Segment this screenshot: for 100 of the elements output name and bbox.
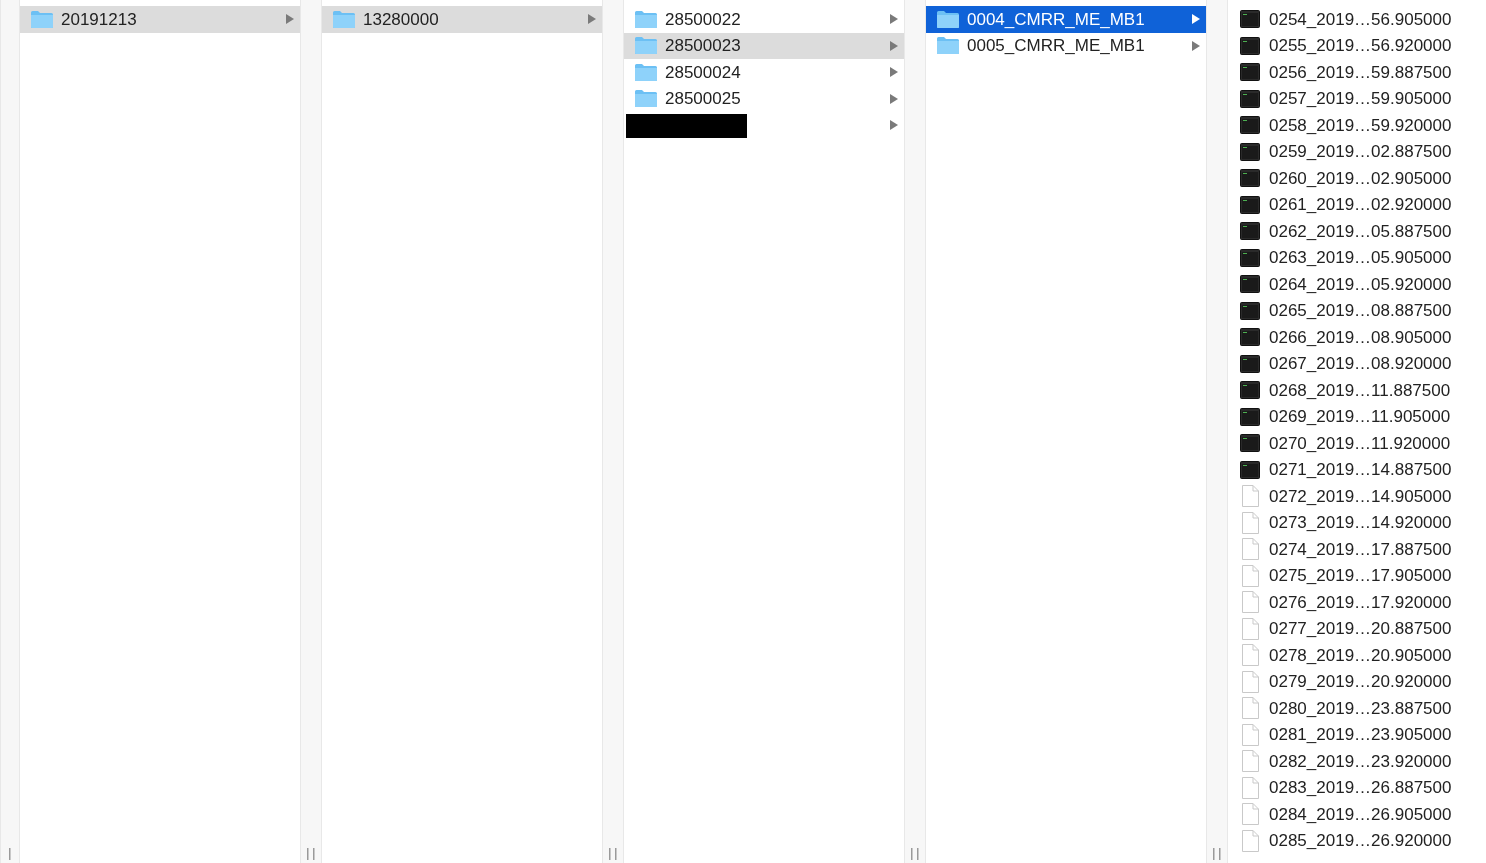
terminal-icon bbox=[1240, 407, 1260, 426]
file-name: 0280_2019…23.887500 bbox=[1269, 697, 1452, 720]
terminal-icon bbox=[1240, 63, 1260, 82]
file-list-item[interactable]: 0273_2019…14.920000 bbox=[1228, 509, 1486, 536]
resize-grip-icon[interactable] bbox=[609, 848, 617, 860]
file-name: 0256_2019…59.887500 bbox=[1269, 61, 1452, 84]
folder-icon bbox=[936, 9, 960, 29]
file-list-item[interactable]: 0281_2019…23.905000 bbox=[1228, 721, 1486, 748]
file-list-item[interactable]: 28500022 bbox=[624, 6, 904, 33]
terminal-icon bbox=[1240, 142, 1260, 161]
file-list-item[interactable]: 0277_2019…20.887500 bbox=[1228, 615, 1486, 642]
file-list-item[interactable]: 0265_2019…08.887500 bbox=[1228, 297, 1486, 324]
file-list-item[interactable]: 0264_2019…05.920000 bbox=[1228, 271, 1486, 298]
disclosure-arrow-icon[interactable] bbox=[890, 93, 898, 104]
disclosure-arrow-icon[interactable] bbox=[1192, 14, 1200, 25]
disclosure-arrow-icon[interactable] bbox=[588, 14, 596, 25]
file-list-item[interactable]: 0005_CMRR_ME_MB1 bbox=[926, 32, 1206, 59]
disclosure-arrow-icon[interactable] bbox=[890, 120, 898, 131]
file-list-item[interactable]: 0275_2019…17.905000 bbox=[1228, 562, 1486, 589]
file-name: 0258_2019…59.920000 bbox=[1269, 114, 1452, 137]
file-name: 0274_2019…17.887500 bbox=[1269, 538, 1452, 561]
file-name: 0283_2019…26.887500 bbox=[1269, 777, 1452, 799]
resize-grip-icon[interactable] bbox=[1213, 848, 1221, 860]
file-list-item[interactable]: 0266_2019…08.905000 bbox=[1228, 324, 1486, 351]
file-name: 28500022 bbox=[665, 8, 741, 31]
file-list-item[interactable]: 0280_2019…23.887500 bbox=[1228, 695, 1486, 722]
file-list-item[interactable]: 0262_2019…05.887500 bbox=[1228, 218, 1486, 245]
terminal-icon bbox=[1240, 222, 1260, 241]
file-name: 0263_2019…05.905000 bbox=[1269, 247, 1452, 269]
file-name: 0262_2019…05.887500 bbox=[1269, 220, 1452, 243]
file-list-item[interactable]: 0274_2019…17.887500 bbox=[1228, 536, 1486, 563]
file-list-item[interactable]: 28500025 bbox=[624, 85, 904, 112]
file-list-item[interactable]: 0267_2019…08.920000 bbox=[1228, 350, 1486, 377]
file-list-item[interactable]: 0271_2019…14.887500 bbox=[1228, 456, 1486, 483]
file-list-item[interactable]: 0258_2019…59.920000 bbox=[1228, 112, 1486, 139]
file-name: 0264_2019…05.920000 bbox=[1269, 273, 1452, 296]
document-icon bbox=[1241, 564, 1259, 587]
file-name: 0260_2019…02.905000 bbox=[1269, 167, 1452, 190]
document-icon bbox=[1241, 723, 1259, 746]
terminal-icon bbox=[1240, 89, 1260, 108]
resize-grip-icon[interactable] bbox=[307, 848, 315, 860]
file-list-item[interactable]: 0255_2019…56.920000 bbox=[1228, 32, 1486, 59]
document-icon bbox=[1241, 644, 1259, 667]
file-list-item[interactable]: 0285_2019…26.920000 bbox=[1228, 827, 1486, 854]
file-list-item[interactable]: 0279_2019…20.920000 bbox=[1228, 668, 1486, 695]
file-list-item[interactable]: 0270_2019…11.920000 bbox=[1228, 430, 1486, 457]
file-name: 0268_2019…11.887500 bbox=[1269, 379, 1451, 402]
file-list-item[interactable]: 0254_2019…56.905000 bbox=[1228, 6, 1486, 33]
file-list-item[interactable]: 0257_2019…59.905000 bbox=[1228, 85, 1486, 112]
file-list-item[interactable]: 0268_2019…11.887500 bbox=[1228, 377, 1486, 404]
file-list-item[interactable]: 20191213 bbox=[20, 6, 300, 33]
terminal-icon bbox=[1240, 275, 1260, 294]
disclosure-arrow-icon[interactable] bbox=[286, 14, 294, 25]
file-list-item[interactable]: 28500023 bbox=[624, 32, 904, 59]
file-name: 0284_2019…26.905000 bbox=[1269, 803, 1452, 826]
folder-icon bbox=[936, 36, 960, 56]
file-list-item[interactable]: 0278_2019…20.905000 bbox=[1228, 642, 1486, 669]
file-name: 0275_2019…17.905000 bbox=[1269, 565, 1452, 587]
terminal-icon bbox=[1240, 169, 1260, 188]
file-name: 0281_2019…23.905000 bbox=[1269, 724, 1452, 746]
file-name: 0272_2019…14.905000 bbox=[1269, 485, 1452, 508]
file-list-item[interactable]: 0260_2019…02.905000 bbox=[1228, 165, 1486, 192]
file-name: 28500025 bbox=[665, 88, 741, 110]
file-name: 0282_2019…23.920000 bbox=[1269, 750, 1452, 773]
file-name: 0278_2019…20.905000 bbox=[1269, 644, 1452, 667]
disclosure-arrow-icon[interactable] bbox=[890, 40, 898, 51]
file-name: 0261_2019…02.920000 bbox=[1269, 194, 1452, 216]
terminal-icon bbox=[1240, 328, 1260, 347]
terminal-icon bbox=[1240, 354, 1260, 373]
file-name: 0265_2019…08.887500 bbox=[1269, 300, 1452, 322]
disclosure-arrow-icon[interactable] bbox=[890, 14, 898, 25]
file-name: 0005_CMRR_ME_MB1 bbox=[967, 35, 1145, 57]
file-list-item[interactable]: 0269_2019…11.905000 bbox=[1228, 403, 1486, 430]
disclosure-arrow-icon[interactable] bbox=[1192, 40, 1200, 51]
file-name: 0276_2019…17.920000 bbox=[1269, 591, 1452, 614]
terminal-icon bbox=[1240, 36, 1260, 55]
folder-icon bbox=[634, 62, 658, 82]
file-list-item[interactable]: 0263_2019…05.905000 bbox=[1228, 244, 1486, 271]
file-name: 28500024 bbox=[665, 61, 741, 84]
file-name: 0255_2019…56.920000 bbox=[1269, 35, 1452, 57]
file-list-item[interactable]: 28500024 bbox=[624, 59, 904, 86]
file-name: 0259_2019…02.887500 bbox=[1269, 141, 1452, 163]
file-list-item[interactable]: 0284_2019…26.905000 bbox=[1228, 801, 1486, 828]
file-name: 0254_2019…56.905000 bbox=[1269, 8, 1452, 31]
document-icon bbox=[1241, 591, 1259, 614]
disclosure-arrow-icon[interactable] bbox=[890, 67, 898, 78]
file-list-item[interactable]: 0276_2019…17.920000 bbox=[1228, 589, 1486, 616]
file-list-item[interactable]: 0259_2019…02.887500 bbox=[1228, 138, 1486, 165]
terminal-icon bbox=[1240, 248, 1260, 267]
file-list-item[interactable]: 0261_2019…02.920000 bbox=[1228, 191, 1486, 218]
folder-icon bbox=[30, 9, 54, 29]
file-list-item[interactable]: 13280000 bbox=[322, 6, 602, 33]
file-list-item[interactable]: 0004_CMRR_ME_MB1 bbox=[926, 6, 1206, 33]
folder-icon bbox=[332, 9, 356, 29]
file-list-item[interactable]: 0256_2019…59.887500 bbox=[1228, 59, 1486, 86]
file-list-item[interactable]: 0282_2019…23.920000 bbox=[1228, 748, 1486, 775]
file-list-item[interactable]: 0283_2019…26.887500 bbox=[1228, 774, 1486, 801]
file-list-item[interactable]: 0272_2019…14.905000 bbox=[1228, 483, 1486, 510]
resize-grip-icon[interactable] bbox=[911, 848, 919, 860]
file-name: 0277_2019…20.887500 bbox=[1269, 618, 1452, 640]
